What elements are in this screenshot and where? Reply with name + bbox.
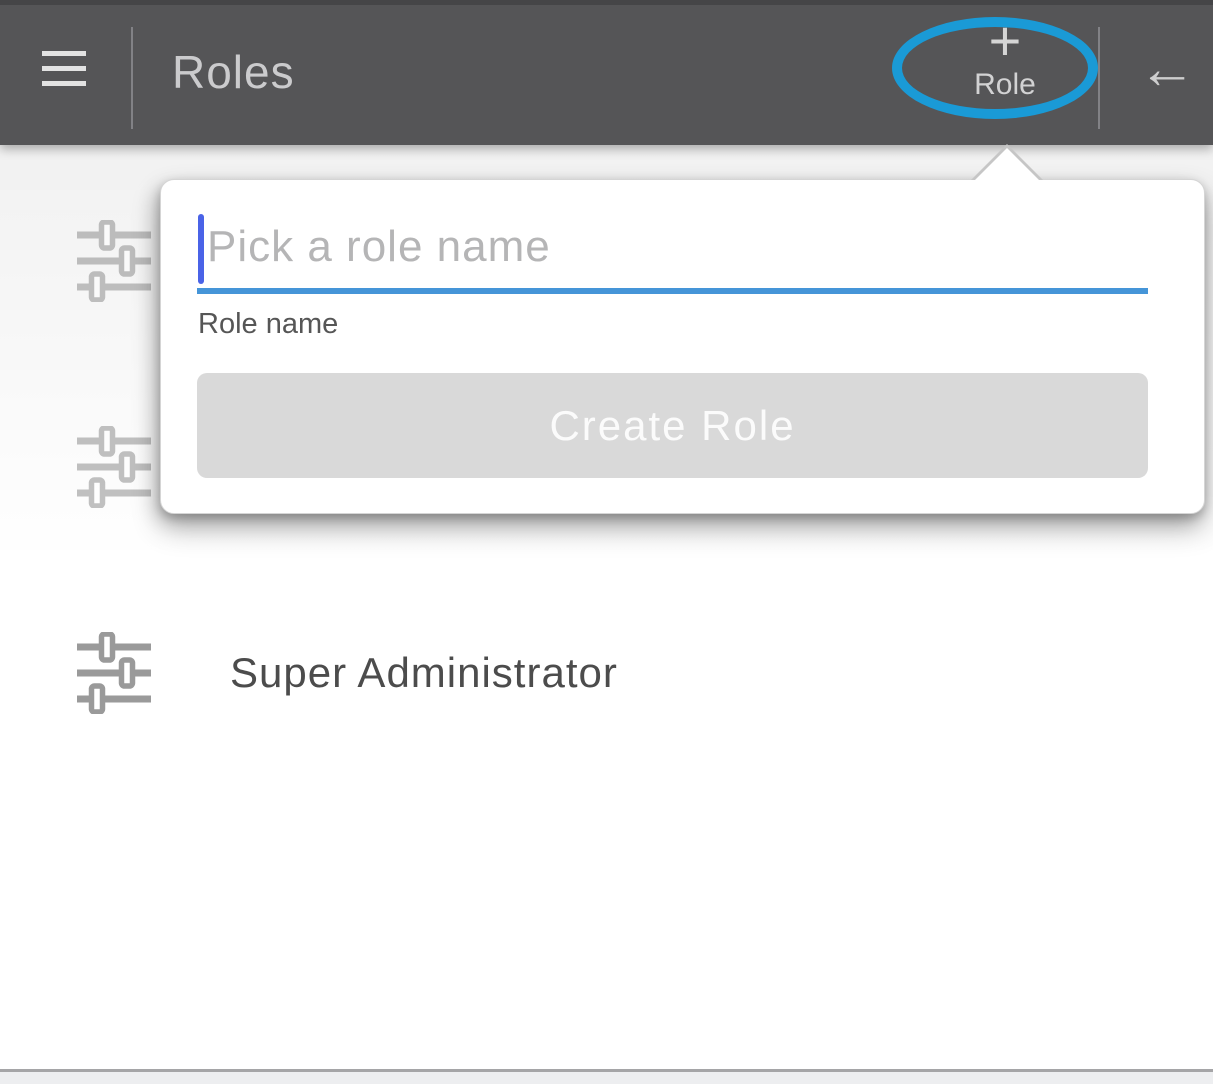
create-role-popover: Role name Create Role — [160, 179, 1205, 514]
app-header: Roles + Role ← — [0, 0, 1213, 145]
top-edge-strip — [0, 0, 1213, 5]
text-cursor — [198, 214, 204, 284]
add-role-label: Role — [945, 68, 1065, 102]
role-name-text: Super Administrator — [230, 647, 618, 699]
header-divider — [131, 27, 133, 129]
sliders-icon — [77, 632, 151, 714]
role-name-input[interactable] — [197, 210, 1148, 294]
sliders-icon — [77, 220, 151, 302]
roles-screen: Super Administrator Roles + Role ← Role … — [0, 0, 1213, 1084]
popover-caret-fill — [974, 148, 1040, 181]
role-name-field-label: Role name — [198, 306, 338, 342]
menu-button[interactable] — [42, 51, 86, 86]
role-list-item-super-administrator[interactable]: Super Administrator — [0, 570, 1213, 776]
bottom-edge-strip — [0, 1072, 1213, 1084]
header-divider — [1098, 27, 1100, 129]
back-arrow-button[interactable]: ← — [1138, 34, 1196, 104]
plus-icon: + — [945, 16, 1065, 66]
role-name-input-wrap — [197, 210, 1148, 294]
sliders-icon — [77, 426, 151, 508]
page-title: Roles — [172, 44, 295, 100]
hamburger-icon — [42, 51, 86, 56]
create-role-button[interactable]: Create Role — [197, 373, 1148, 478]
add-role-button[interactable]: + Role — [945, 16, 1065, 102]
